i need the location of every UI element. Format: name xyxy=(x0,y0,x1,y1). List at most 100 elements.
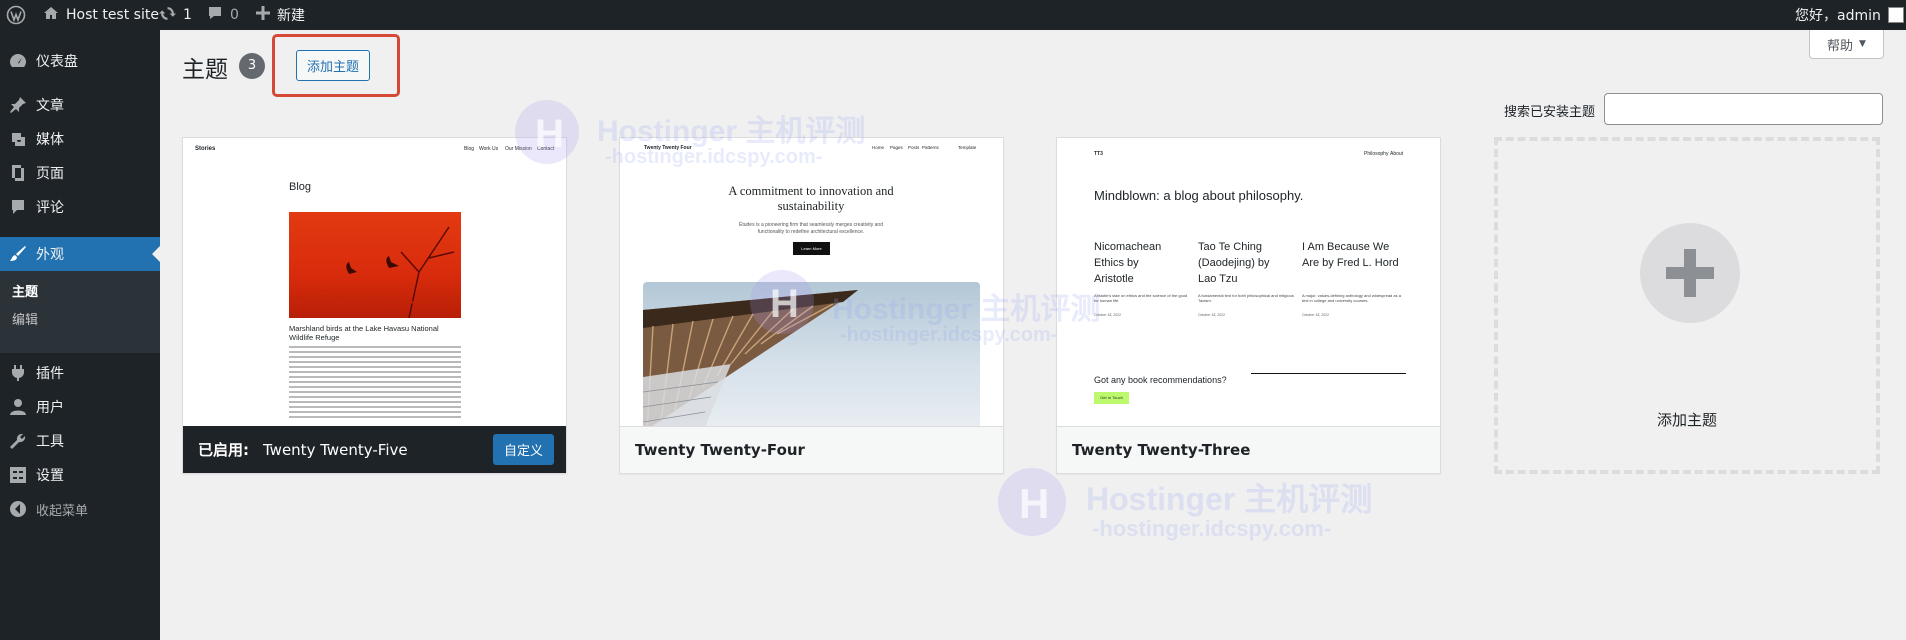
preview-post-title: Nicomachean Ethics by Aristotle xyxy=(1094,241,1162,285)
collapse-menu-label: 收起菜单 xyxy=(36,503,89,519)
comment-icon xyxy=(9,198,27,216)
theme-name: Twenty Twenty-Five xyxy=(263,440,408,459)
preview-nav-item: About xyxy=(1390,151,1404,157)
updates-icon xyxy=(159,5,176,26)
my-account-link[interactable]: 您好，admin xyxy=(1795,0,1904,30)
preview-bird-photo xyxy=(288,212,462,319)
preview-brand: Twenty Twenty Four xyxy=(644,145,692,151)
theme-screenshot[interactable]: TT3 Philosophy About Mindblown: a blog a… xyxy=(1057,138,1440,426)
preview-post-title: Marshland birds at the Lake Havasu Natio… xyxy=(289,324,439,342)
comments-count: 0 xyxy=(230,7,239,23)
brush-icon xyxy=(9,245,27,263)
comments-link[interactable]: 0 xyxy=(207,0,239,30)
new-content-link[interactable]: 新建 xyxy=(256,0,305,30)
wordpress-logo-icon[interactable] xyxy=(6,0,26,30)
page-icon xyxy=(9,164,27,182)
submenu-item-editor[interactable]: 编辑 xyxy=(12,309,38,328)
active-prefix: 已启用: xyxy=(198,441,249,459)
add-new-theme-card[interactable]: 添加主题 xyxy=(1494,137,1880,474)
add-theme-button[interactable]: 添加主题 xyxy=(296,50,370,81)
theme-card-twenty-twenty-three[interactable]: TT3 Philosophy About Mindblown: a blog a… xyxy=(1056,137,1441,474)
customize-button[interactable]: 自定义 xyxy=(493,434,554,465)
theme-name-bar: Twenty Twenty-Three xyxy=(1057,426,1440,473)
collapse-menu-button[interactable]: 收起菜单 xyxy=(0,492,160,526)
plus-icon xyxy=(256,6,270,24)
preview-nav-item: Home xyxy=(872,145,885,150)
preview-building-photo xyxy=(643,282,980,426)
search-themes-input[interactable] xyxy=(1604,93,1883,125)
preview-headline: A commitment to innovation and sustainab… xyxy=(728,184,894,213)
preview-post-date: October 18, 2022 xyxy=(1094,313,1122,317)
theme-screenshot[interactable]: Stories Blog Work Us Our Mission Contact… xyxy=(183,138,566,426)
admin-sidebar: 仪表盘 文章 媒体 页面 评论 外观 主题 编辑 插件 用户 工具 设置 收起菜… xyxy=(0,30,160,640)
menu-item-label: 仪表盘 xyxy=(36,54,78,70)
preview-post-excerpt: A major, values-defining anthology and w… xyxy=(1302,293,1401,303)
help-label: 帮助 xyxy=(1827,38,1854,54)
menu-item-dashboard[interactable]: 仪表盘 xyxy=(0,44,160,78)
preview-post-title: Tao Te Ching (Daodejing) by Lao Tzu xyxy=(1198,241,1270,285)
watermark-brand: Hostinger 主机评测 xyxy=(1086,481,1373,517)
menu-item-plugins[interactable]: 插件 xyxy=(0,356,160,390)
updates-link[interactable]: 1 xyxy=(159,0,192,30)
appearance-submenu: 主题 编辑 xyxy=(0,271,160,353)
menu-item-label: 文章 xyxy=(36,98,64,114)
preview-nav-item: Blog xyxy=(464,146,475,152)
add-new-plus-icon xyxy=(1640,223,1740,323)
theme-screenshot[interactable]: Twenty Twenty Four Home Pages Posts Patt… xyxy=(620,138,1003,426)
preview-brand: Stories xyxy=(195,146,216,152)
home-icon xyxy=(43,5,59,25)
preview-post-date: October 18, 2022 xyxy=(1198,313,1226,317)
search-label: 搜索已安装主题 xyxy=(1504,105,1596,120)
theme-name: Twenty Twenty-Three xyxy=(1072,441,1251,459)
svg-text:H: H xyxy=(1019,480,1049,527)
preview-post-excerpt: A fundamental text for both philosophica… xyxy=(1198,293,1294,303)
wrench-icon xyxy=(9,432,27,450)
greeting: 您好，admin xyxy=(1795,8,1881,24)
theme-name-bar: Twenty Twenty-Four xyxy=(620,426,1003,473)
theme-name-bar: 已启用: Twenty Twenty-Five 自定义 xyxy=(183,426,566,473)
admin-bar: Host test site 1 0 新建 您好，admin xyxy=(0,0,1906,30)
menu-item-comments[interactable]: 评论 xyxy=(0,190,160,224)
preview-post-excerpt: Aristotle's take on ethics and the scien… xyxy=(1094,293,1188,303)
menu-item-label: 页面 xyxy=(36,166,64,182)
menu-item-pages[interactable]: 页面 xyxy=(0,156,160,190)
add-new-label: 添加主题 xyxy=(1656,411,1717,429)
preview-post-title: I Am Because We Are by Fred L. Hord xyxy=(1302,241,1399,269)
theme-count-badge: 3 xyxy=(239,53,265,79)
collapse-arrow-icon xyxy=(9,500,27,518)
menu-item-label: 媒体 xyxy=(36,132,64,148)
preview-nav-item: Philosophy xyxy=(1364,151,1389,157)
help-tab-button[interactable]: 帮助 ▼ xyxy=(1809,30,1884,59)
menu-item-media[interactable]: 媒体 xyxy=(0,122,160,156)
menu-item-settings[interactable]: 设置 xyxy=(0,458,160,492)
theme-card-twenty-twenty-four[interactable]: Twenty Twenty Four Home Pages Posts Patt… xyxy=(619,137,1004,474)
menu-item-users[interactable]: 用户 xyxy=(0,390,160,424)
preview-divider xyxy=(1251,373,1406,374)
preview-post-date: October 18, 2022 xyxy=(1302,313,1330,317)
preview-nav-item: Patterns xyxy=(922,145,939,150)
menu-item-tools[interactable]: 工具 xyxy=(0,424,160,458)
theme-name: Twenty Twenty-Four xyxy=(635,441,805,459)
theme-card-twenty-twenty-five[interactable]: Stories Blog Work Us Our Mission Contact… xyxy=(182,137,567,474)
site-name: Host test site xyxy=(66,7,159,23)
preview-heading: Blog xyxy=(289,181,312,193)
submenu-item-themes[interactable]: 主题 xyxy=(12,281,38,300)
preview-nav-item: Contact xyxy=(537,146,555,152)
preview-nav-item: Our Mission xyxy=(505,146,532,152)
building-icon xyxy=(643,290,858,426)
preview-nav-item: Template xyxy=(958,145,977,150)
comment-icon xyxy=(207,5,223,25)
dashboard-icon xyxy=(9,52,27,70)
preview-question: Got any book recommendations? xyxy=(1094,375,1227,385)
menu-item-label: 工具 xyxy=(36,434,64,450)
updates-count: 1 xyxy=(183,7,192,23)
watermark-url: -hostinger.idcspy.com- xyxy=(1092,516,1332,541)
preview-nav-item: Pages xyxy=(890,145,903,150)
menu-item-label: 用户 xyxy=(36,400,64,416)
menu-item-posts[interactable]: 文章 xyxy=(0,88,160,122)
menu-item-label: 外观 xyxy=(36,247,64,263)
avatar xyxy=(1887,7,1904,23)
menu-item-appearance[interactable]: 外观 xyxy=(0,237,160,271)
menu-item-label: 插件 xyxy=(36,366,64,382)
site-name-link[interactable]: Host test site xyxy=(43,0,159,30)
